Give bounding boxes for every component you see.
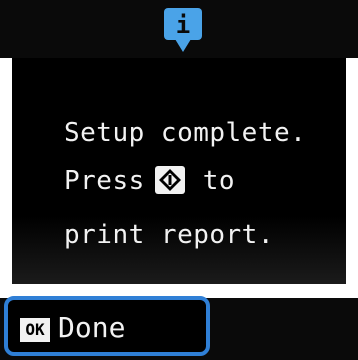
printer-lcd-screen: i Setup complete. Press to print report.… <box>0 0 358 360</box>
info-icon: i <box>164 8 202 52</box>
start-diamond-icon <box>154 166 185 194</box>
right-gutter <box>346 58 358 284</box>
message-line-3: print report. <box>64 220 274 250</box>
message-line-1: Setup complete. <box>64 118 307 148</box>
left-gutter <box>0 58 12 284</box>
done-button[interactable]: OK Done <box>4 296 210 356</box>
message-line-2-before: Press <box>64 166 145 196</box>
message-line-2-after: to <box>202 166 236 196</box>
done-label: Done <box>58 311 126 344</box>
ok-button-icon: OK <box>20 318 50 342</box>
header-bar: i <box>0 0 358 58</box>
message-line-2: Press to <box>64 166 235 196</box>
info-icon-glyph: i <box>176 11 190 39</box>
message-panel: Setup complete. Press to print report. <box>12 58 346 284</box>
